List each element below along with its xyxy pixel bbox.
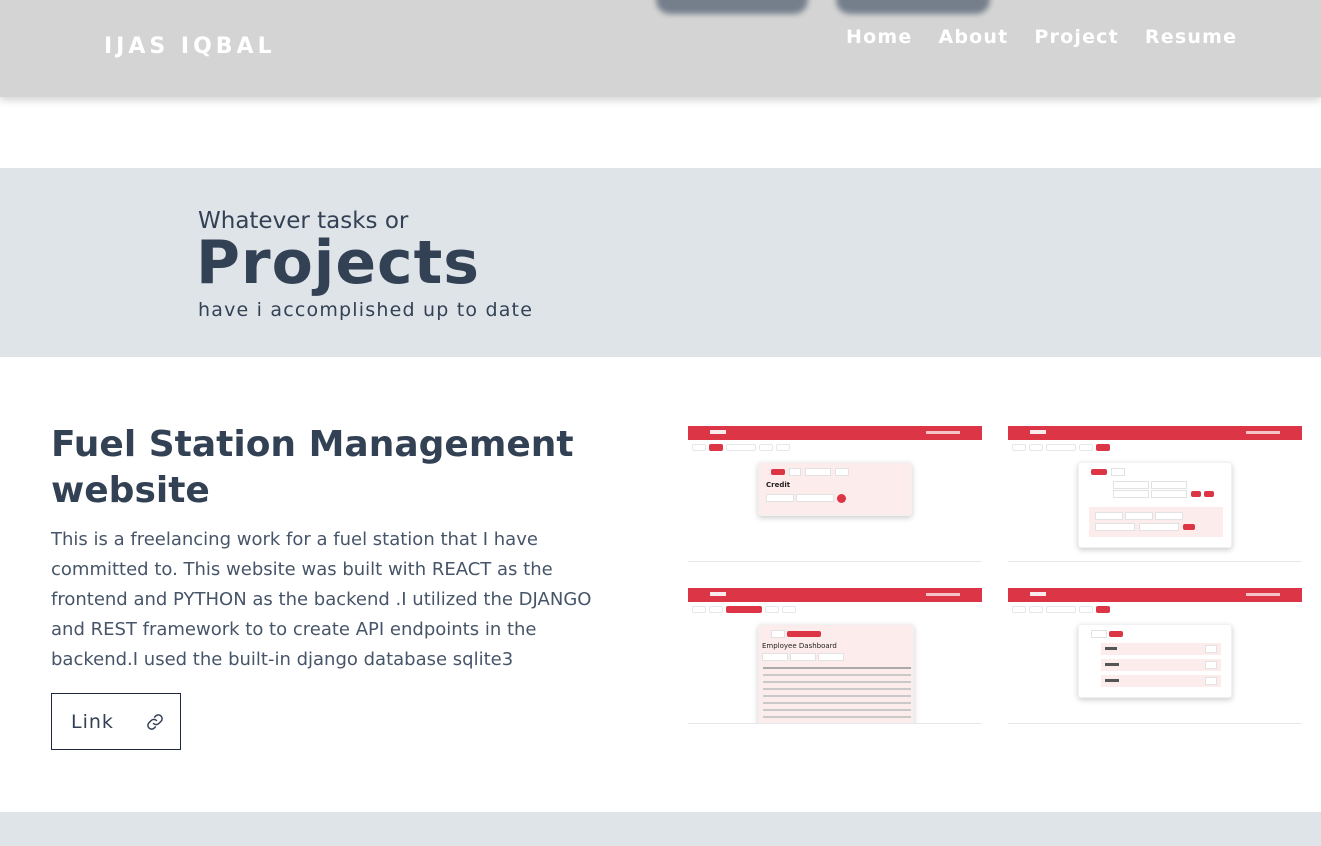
nav-link-home[interactable]: Home: [846, 26, 912, 48]
nav-link-about[interactable]: About: [938, 26, 1008, 48]
hero-title: Projects: [196, 228, 481, 298]
next-section-band: [0, 812, 1321, 846]
project-screenshot-readings[interactable]: [1008, 588, 1302, 724]
link-button-label: Link: [71, 710, 114, 733]
project-link-button[interactable]: Link: [51, 693, 181, 750]
project-screenshot-employee-dashboard[interactable]: Employee Dashboard: [688, 588, 982, 724]
nav-link-project[interactable]: Project: [1034, 26, 1119, 48]
main-nav: Home About Project Resume: [846, 26, 1237, 48]
top-navbar: IJAS IQBAL Home About Project Resume: [0, 0, 1321, 97]
decorative-blob: [656, 0, 808, 14]
link-chain-icon: [147, 713, 163, 730]
project-description: This is a freelancing work for a fuel st…: [51, 529, 592, 670]
project-title: Fuel Station Management website: [51, 424, 574, 511]
brand-logo-text[interactable]: IJAS IQBAL: [104, 34, 276, 59]
nav-link-resume[interactable]: Resume: [1145, 26, 1237, 48]
hero-subtitle: have i accomplished up to date: [198, 299, 534, 321]
projects-hero: Whatever tasks or Projects have i accomp…: [0, 168, 1321, 357]
project-screenshot-prices[interactable]: [1008, 426, 1302, 562]
project-screenshot-credit[interactable]: Credit: [688, 426, 982, 562]
decorative-blob: [836, 0, 990, 14]
screenshot-heading: Employee Dashboard: [762, 642, 837, 650]
screenshot-heading: Credit: [766, 481, 791, 489]
